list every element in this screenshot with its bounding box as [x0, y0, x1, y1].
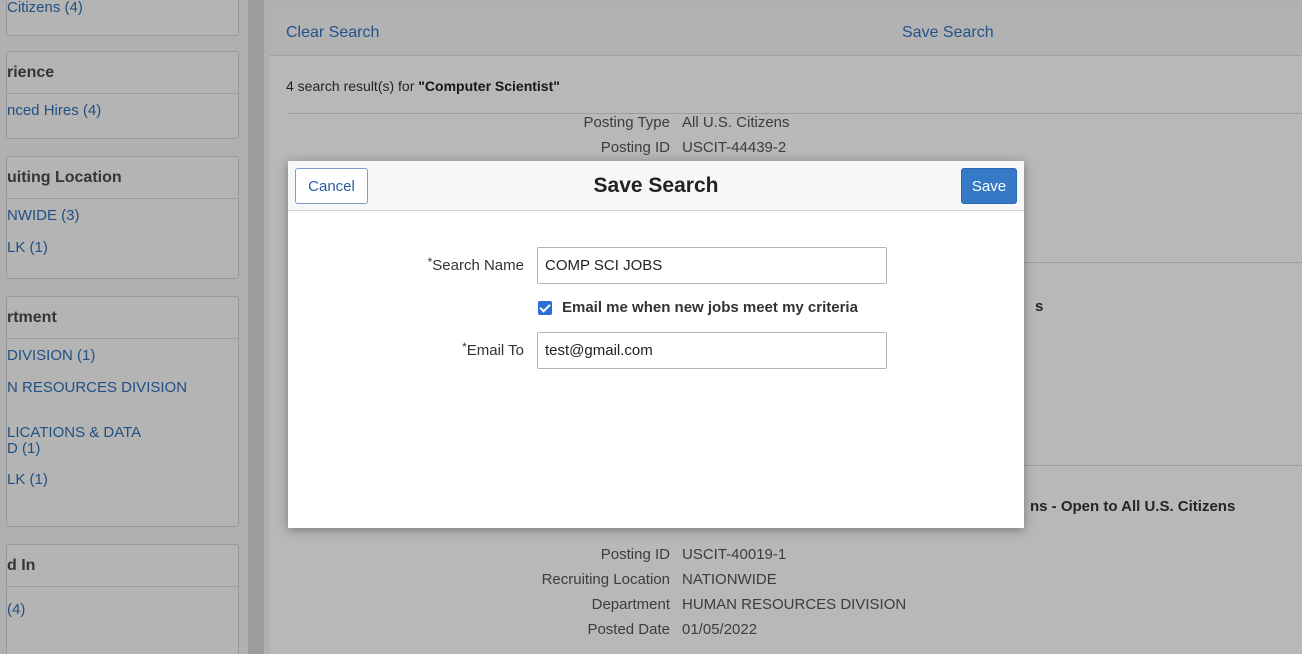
- modal-title: Save Search: [593, 174, 719, 197]
- save-search-modal: Save Search Cancel Save *Search Name Ema…: [288, 161, 1024, 528]
- cancel-button[interactable]: Cancel: [295, 168, 368, 204]
- email-alert-option[interactable]: Email me when new jobs meet my criteria: [538, 299, 858, 316]
- email-to-label: *Email To: [462, 340, 524, 359]
- search-name-input[interactable]: [537, 247, 887, 284]
- save-button[interactable]: Save: [961, 168, 1017, 204]
- modal-header: Save Search Cancel Save: [288, 161, 1024, 211]
- email-to-input[interactable]: [537, 332, 887, 369]
- search-name-label: *Search Name: [427, 255, 524, 274]
- required-marker: *: [427, 255, 433, 269]
- email-alert-label[interactable]: Email me when new jobs meet my criteria: [562, 299, 858, 316]
- required-marker: *: [462, 340, 467, 354]
- email-alert-checkbox[interactable]: [538, 300, 552, 315]
